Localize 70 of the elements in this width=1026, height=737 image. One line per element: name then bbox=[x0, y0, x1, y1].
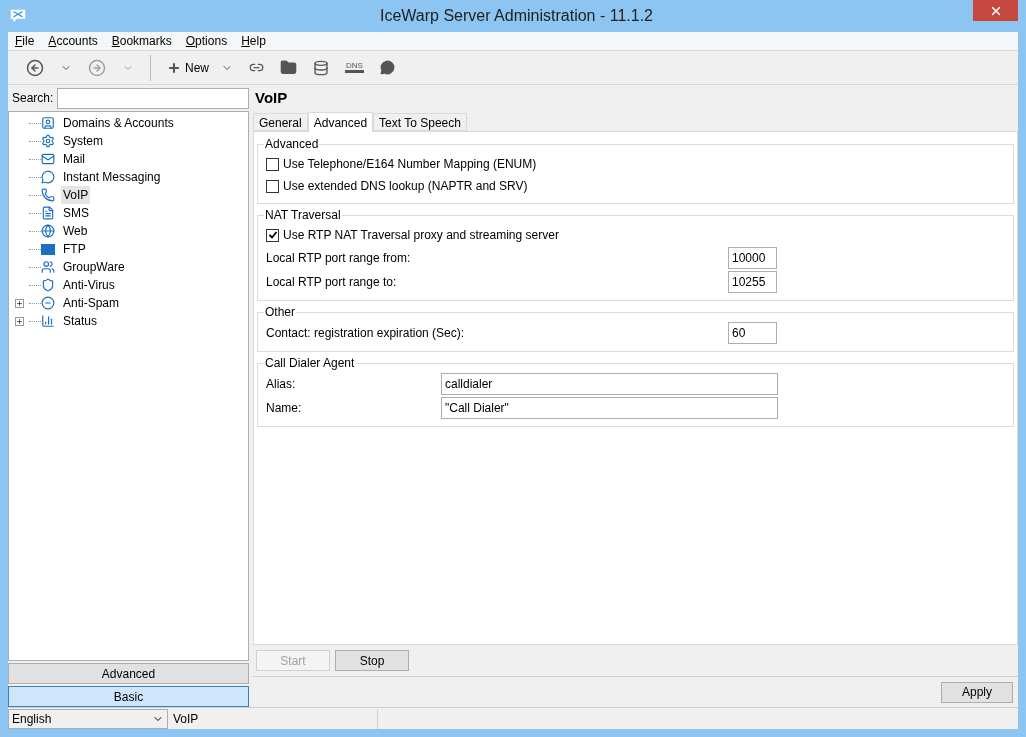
group-title: Call Dialer Agent bbox=[264, 355, 356, 372]
checkbox-label: Use RTP NAT Traversal proxy and streaming server bbox=[283, 227, 559, 244]
mode-button[interactable]: Basic bbox=[8, 686, 249, 707]
document-icon bbox=[41, 206, 55, 220]
tree-item[interactable]: Anti-Virus bbox=[61, 276, 117, 294]
status-section: VoIP bbox=[168, 708, 378, 729]
mode-button[interactable]: Advanced bbox=[8, 663, 249, 684]
search-field[interactable] bbox=[57, 87, 249, 109]
back-icon[interactable] bbox=[26, 58, 44, 77]
search-label: Search: bbox=[12, 90, 54, 107]
language-dropdown[interactable]: English bbox=[8, 708, 168, 729]
tab[interactable]: General bbox=[253, 113, 308, 131]
tree-item[interactable]: VoIP bbox=[61, 186, 91, 204]
checkbox-label: Use Telephone/E164 Number Mapping (ENUM) bbox=[283, 156, 537, 173]
menu-item[interactable]: Options bbox=[185, 32, 228, 50]
tree-item[interactable]: Mail bbox=[61, 150, 87, 168]
folder-icon[interactable] bbox=[280, 59, 297, 76]
globe-icon bbox=[41, 224, 55, 238]
dns-button[interactable]: DNS bbox=[345, 62, 364, 73]
tree-item[interactable]: System bbox=[61, 132, 105, 150]
database-icon[interactable] bbox=[313, 59, 329, 76]
field-label: Local RTP port range to: bbox=[266, 274, 398, 291]
group-title: NAT Traversal bbox=[264, 207, 342, 224]
action-button[interactable]: Stop bbox=[335, 650, 409, 671]
group-title: Advanced bbox=[264, 136, 320, 153]
tree-item[interactable]: Instant Messaging bbox=[61, 168, 163, 186]
plus-icon bbox=[167, 60, 181, 75]
number-field[interactable]: 60 bbox=[728, 322, 777, 344]
people-icon bbox=[41, 260, 55, 274]
envelope-icon bbox=[41, 152, 55, 166]
shield-icon bbox=[41, 278, 55, 292]
menu-item[interactable]: Help bbox=[241, 32, 266, 50]
tree-item[interactable]: GroupWare bbox=[61, 258, 127, 276]
menu-item[interactable]: File bbox=[15, 32, 35, 50]
new-button[interactable]: New bbox=[163, 58, 213, 77]
phone-icon bbox=[41, 188, 55, 202]
tab[interactable]: Text To Speech bbox=[373, 113, 467, 131]
tree-item[interactable]: Domains & Accounts bbox=[61, 114, 176, 132]
checkbox[interactable] bbox=[266, 157, 279, 171]
number-field[interactable]: 10000 bbox=[728, 247, 777, 269]
speech-bubble-icon bbox=[41, 170, 55, 184]
tab[interactable]: Advanced bbox=[307, 112, 374, 132]
number-field[interactable]: 10255 bbox=[728, 271, 777, 293]
text-field[interactable]: "Call Dialer" bbox=[441, 397, 778, 419]
chat-icon[interactable] bbox=[379, 60, 395, 75]
expand-icon[interactable] bbox=[14, 298, 24, 308]
tree-item[interactable]: Web bbox=[61, 222, 90, 240]
field-label: Contact: registration expiration (Sec): bbox=[266, 325, 466, 342]
users-icon bbox=[41, 116, 55, 130]
expand-icon[interactable] bbox=[14, 316, 24, 326]
bar-chart-icon bbox=[41, 314, 55, 328]
checkbox[interactable] bbox=[266, 228, 279, 242]
field-label: Alias: bbox=[266, 376, 297, 393]
checkbox-label: Use extended DNS lookup (NAPTR and SRV) bbox=[283, 178, 528, 195]
tree-item[interactable]: Status bbox=[61, 312, 100, 330]
text-field[interactable]: calldialer bbox=[441, 373, 778, 395]
no-entry-icon bbox=[41, 296, 55, 310]
checkbox[interactable] bbox=[266, 179, 279, 193]
menu-item[interactable]: Accounts bbox=[48, 32, 98, 50]
gear-icon bbox=[41, 134, 55, 148]
menu-item[interactable]: Bookmarks bbox=[111, 32, 172, 50]
tree-item[interactable]: SMS bbox=[61, 204, 91, 222]
window-title: IceWarp Server Administration - 11.1.2 bbox=[380, 6, 653, 26]
field-label: Local RTP port range from: bbox=[266, 250, 412, 267]
field-label: Name: bbox=[266, 400, 303, 417]
tree-item[interactable]: Anti-Spam bbox=[61, 294, 122, 312]
tree-item[interactable]: FTP bbox=[61, 240, 88, 258]
apply-button[interactable]: Apply bbox=[941, 681, 1013, 703]
page-title: VoIP bbox=[254, 87, 289, 108]
group-title: Other bbox=[264, 304, 296, 321]
